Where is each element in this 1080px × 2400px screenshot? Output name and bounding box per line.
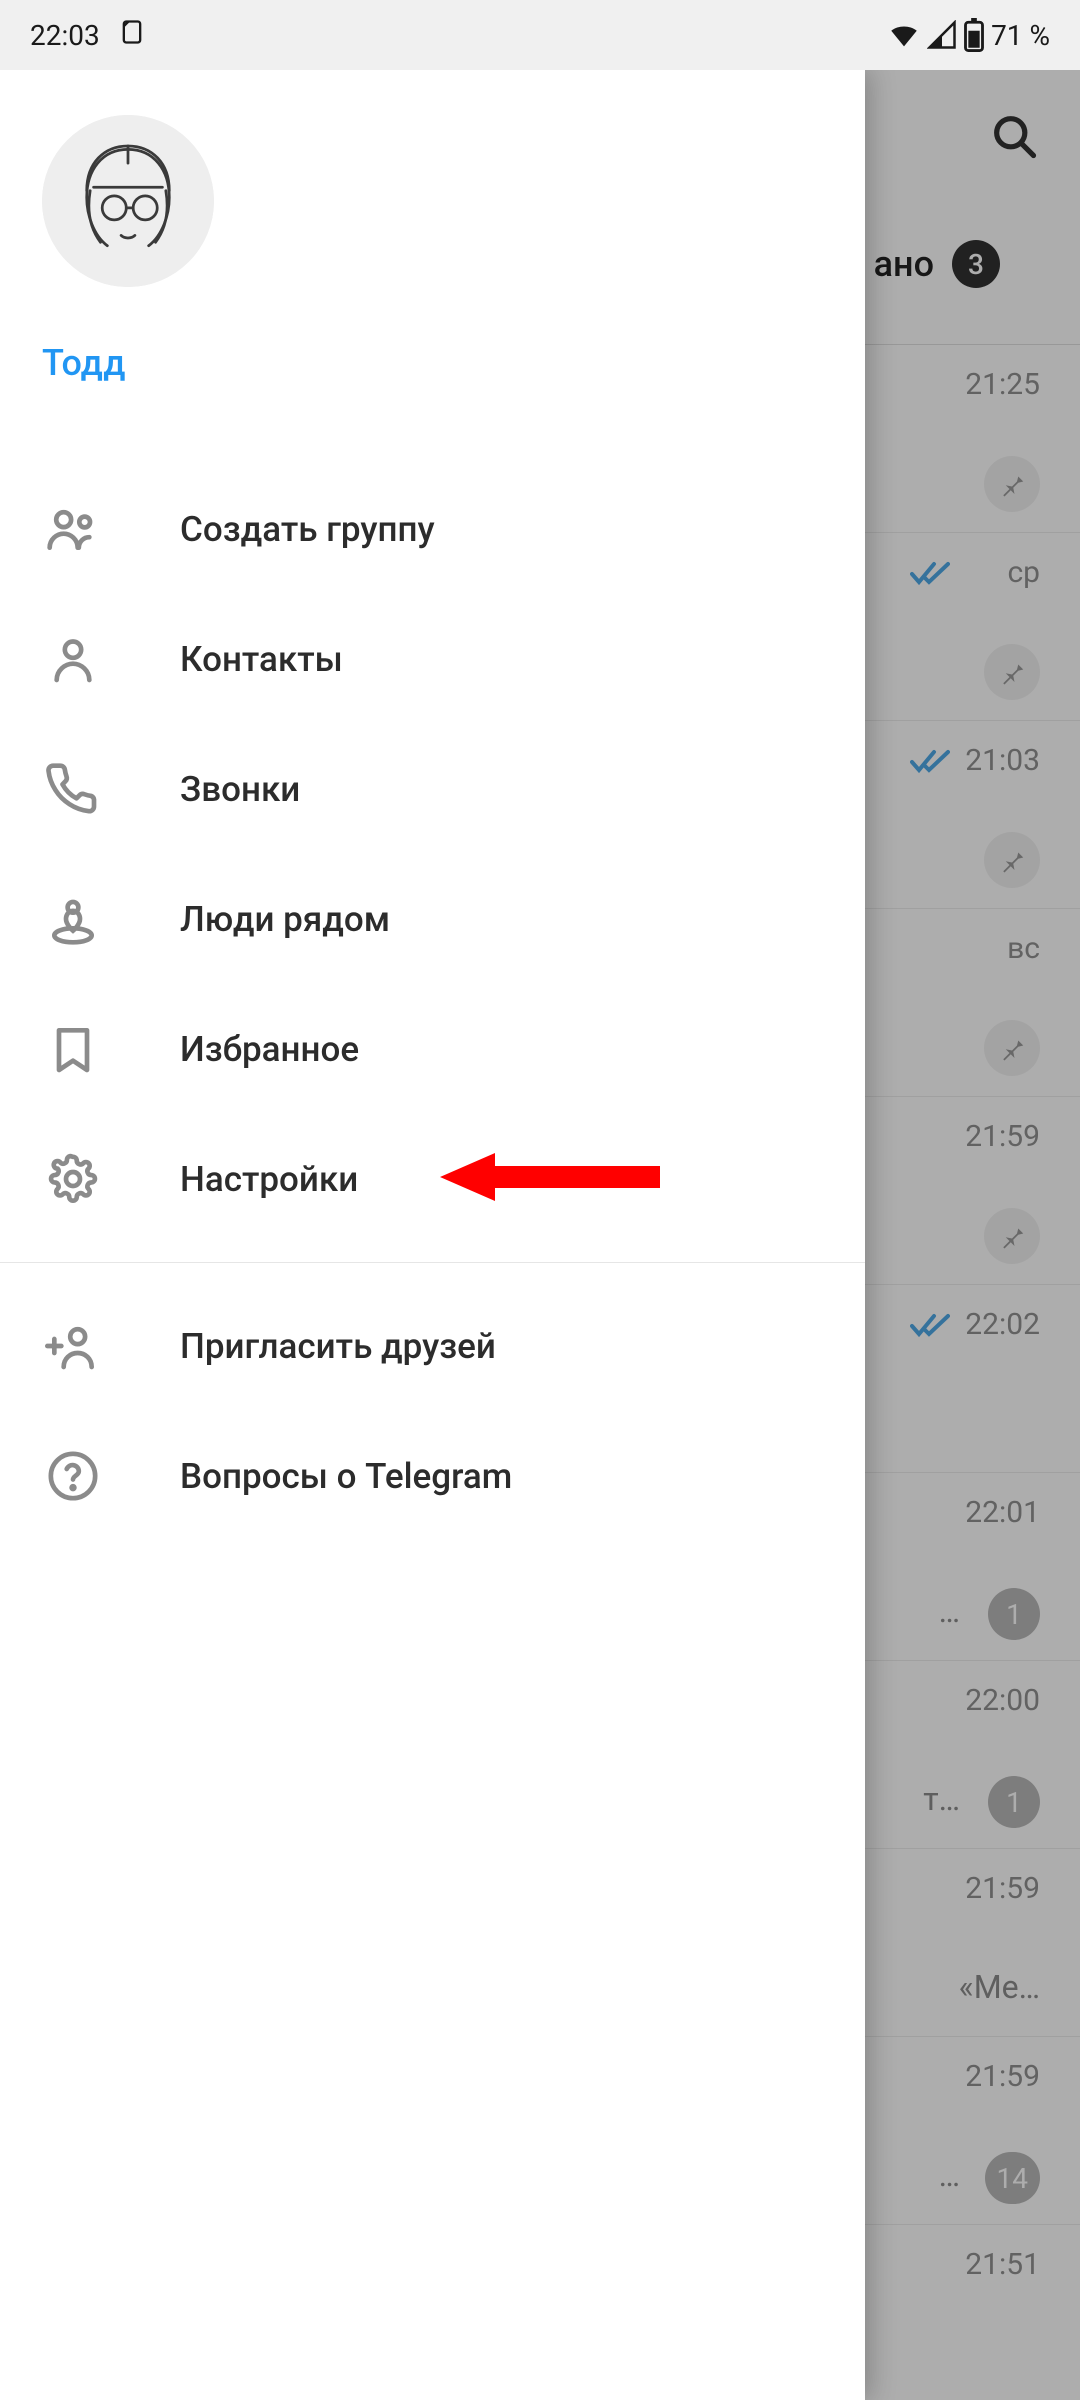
avatar[interactable]: [42, 115, 214, 287]
sim-icon: [118, 18, 146, 53]
menu-item-label: Избранное: [180, 1029, 359, 1070]
navigation-drawer: Тодд Создать группу Контакты: [0, 70, 865, 2400]
nearby-icon: [42, 888, 104, 950]
status-time: 22:03: [30, 19, 100, 52]
add-person-icon: [42, 1315, 104, 1377]
gear-icon: [42, 1148, 104, 1210]
menu-item-saved-messages[interactable]: Избранное: [0, 984, 865, 1114]
status-bar: 22:03 71 %: [0, 0, 1080, 70]
group-icon: [42, 498, 104, 560]
menu-item-new-group[interactable]: Создать группу: [0, 464, 865, 594]
drawer-menu: Создать группу Контакты Звонки: [0, 414, 865, 1541]
menu-item-label: Контакты: [180, 639, 343, 680]
bookmark-icon: [42, 1018, 104, 1080]
menu-item-label: Настройки: [180, 1159, 358, 1200]
drawer-header[interactable]: Тодд: [0, 70, 865, 414]
help-icon: [42, 1445, 104, 1507]
status-battery: 71 %: [991, 19, 1050, 52]
username[interactable]: Тодд: [42, 342, 823, 384]
menu-item-settings[interactable]: Настройки: [0, 1114, 865, 1244]
signal-icon: [927, 20, 957, 50]
menu-item-faq[interactable]: Вопросы о Telegram: [0, 1411, 865, 1541]
menu-item-label: Пригласить друзей: [180, 1326, 496, 1367]
person-icon: [42, 628, 104, 690]
menu-item-label: Создать группу: [180, 509, 435, 550]
menu-item-contacts[interactable]: Контакты: [0, 594, 865, 724]
battery-icon: [963, 18, 985, 52]
menu-item-label: Звонки: [180, 769, 300, 810]
phone-icon: [42, 758, 104, 820]
menu-item-label: Вопросы о Telegram: [180, 1456, 512, 1497]
annotation-arrow: [440, 1147, 660, 1211]
menu-item-label: Люди рядом: [180, 899, 390, 940]
menu-item-calls[interactable]: Звонки: [0, 724, 865, 854]
menu-item-invite-friends[interactable]: Пригласить друзей: [0, 1281, 865, 1411]
menu-item-people-nearby[interactable]: Люди рядом: [0, 854, 865, 984]
wifi-icon: [887, 18, 921, 52]
menu-divider: [0, 1262, 865, 1263]
